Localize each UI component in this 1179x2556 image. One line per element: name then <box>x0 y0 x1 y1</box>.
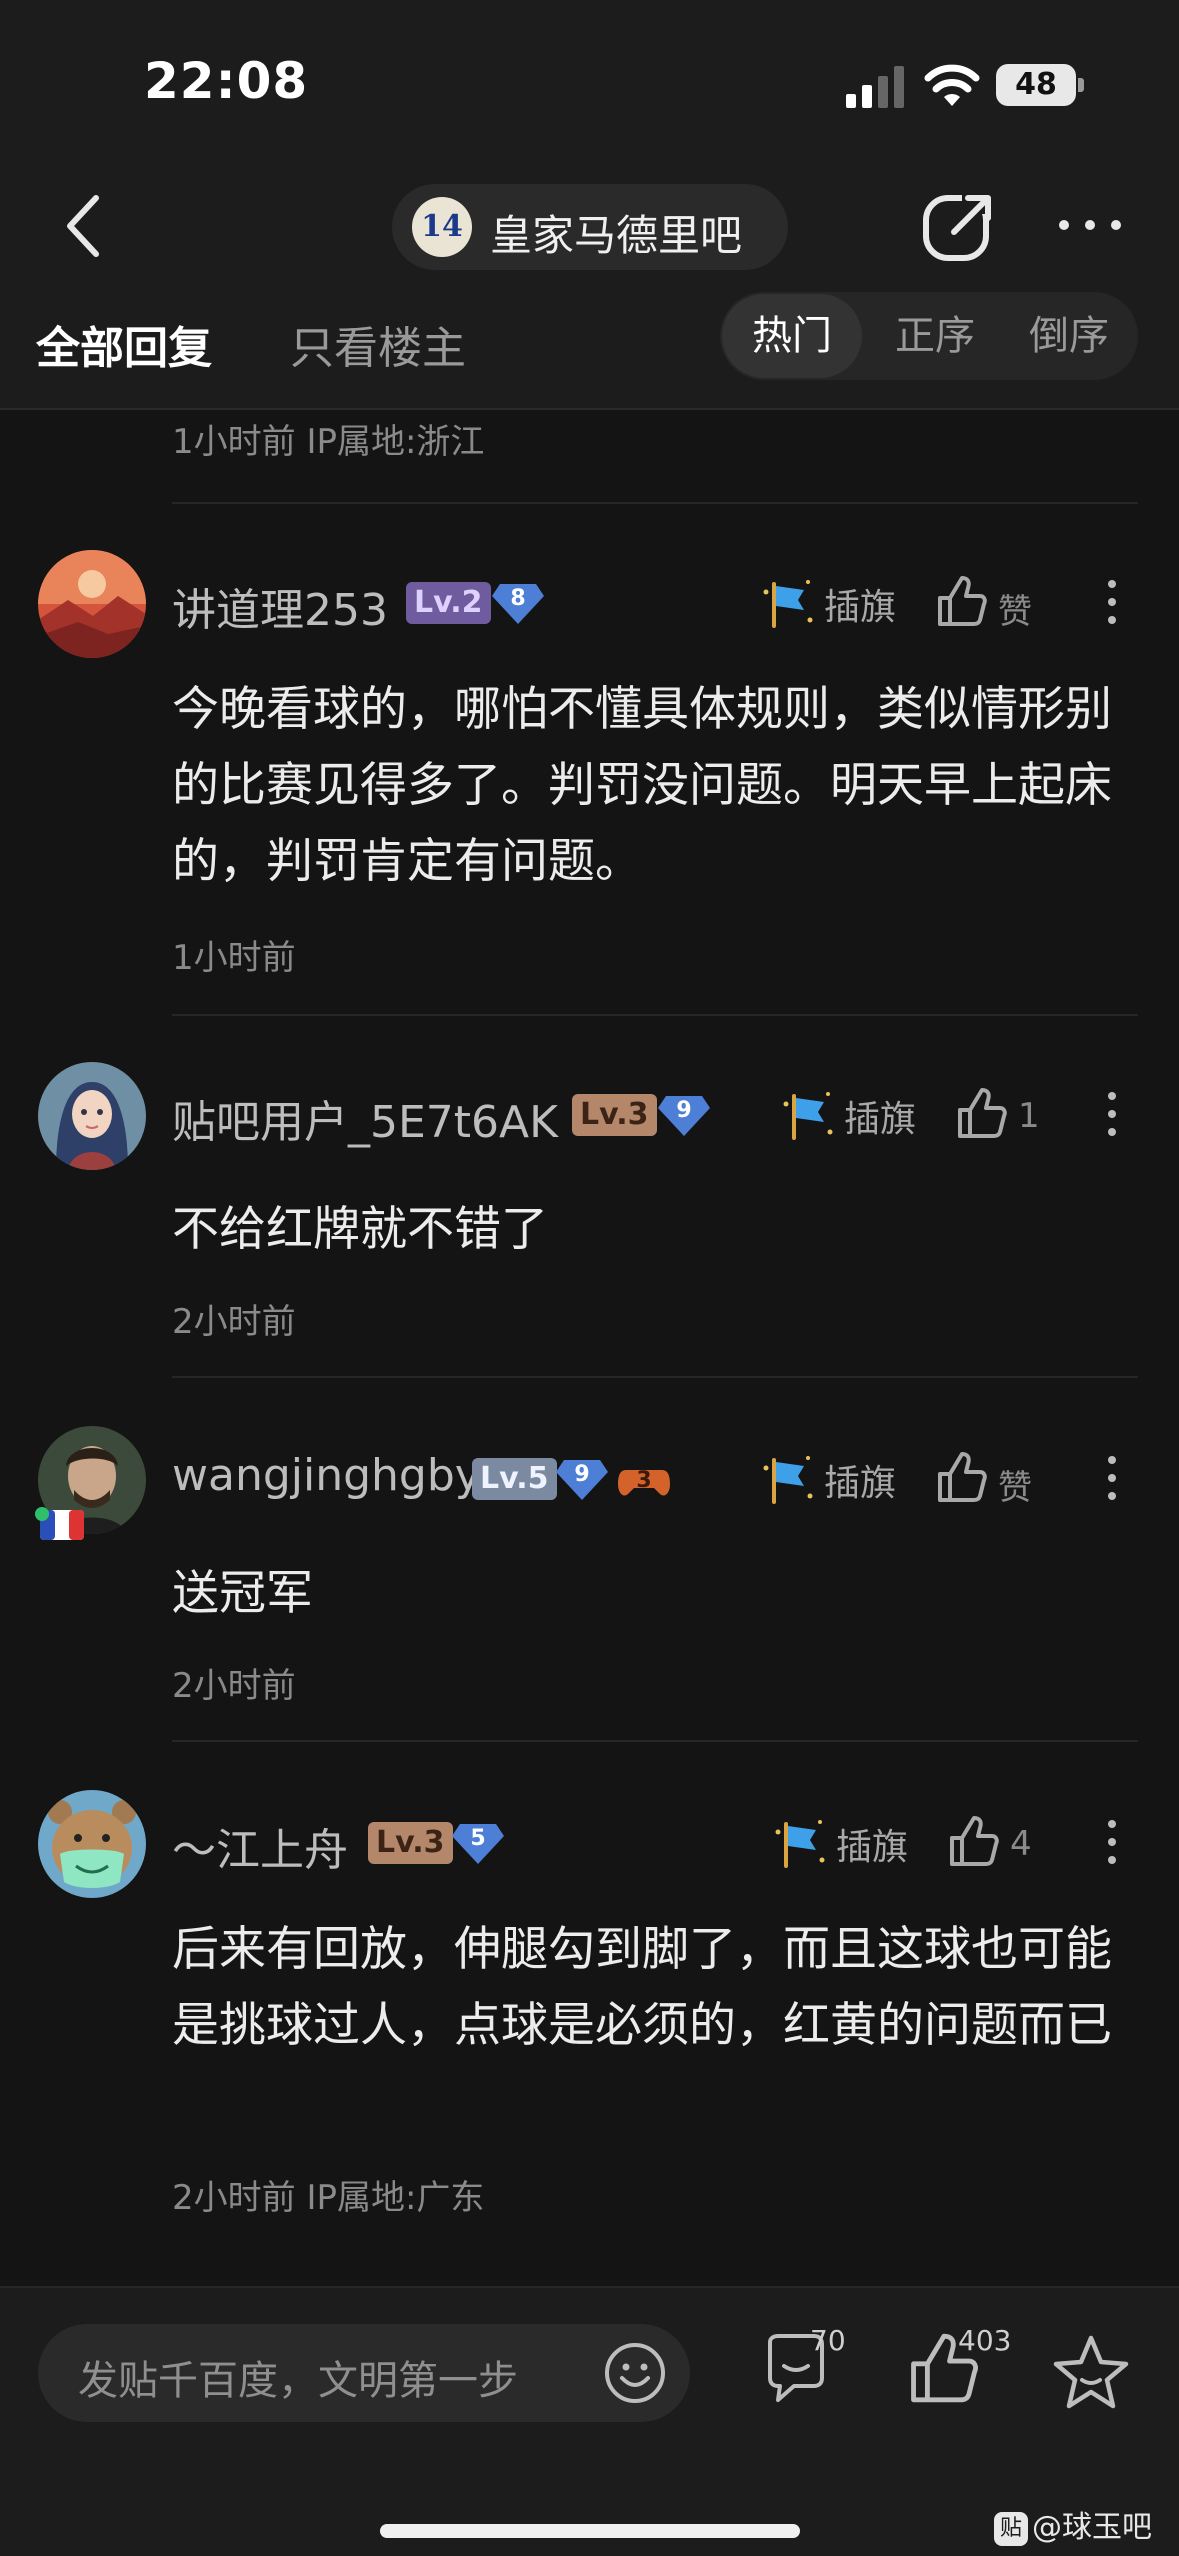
reply-count: 70 <box>810 2324 846 2357</box>
flag-icon <box>783 1092 833 1140</box>
level-badge: Lv.5 <box>472 1458 557 1500</box>
username[interactable]: ～江上舟 <box>172 1814 348 1878</box>
comment-item: 讲道理253 Lv.2 8 插旗 赞 今晚看球的，哪怕不懂具体规则，类似情形别的… <box>0 550 1179 1020</box>
comment-meta: 2小时前 <box>172 1666 296 1706</box>
comment-more-icon[interactable] <box>1098 1086 1126 1146</box>
post-like-button[interactable]: 403 <box>908 2324 1011 2418</box>
thumbs-up-icon <box>938 1452 987 1502</box>
back-button[interactable] <box>56 188 112 264</box>
divider <box>172 1376 1138 1378</box>
comment-more-icon[interactable] <box>1098 574 1126 634</box>
sort-ascending-button[interactable]: 正序 <box>870 294 1000 378</box>
flag-icon <box>763 1456 813 1504</box>
comment-more-icon[interactable] <box>1098 1814 1126 1874</box>
forum-title-pill[interactable]: 14 皇家马德里吧 <box>392 184 788 270</box>
post-like-count: 403 <box>958 2324 1012 2357</box>
home-indicator[interactable] <box>380 2524 800 2538</box>
thumbs-up-icon <box>958 1088 1007 1138</box>
status-time: 22:08 <box>144 52 309 110</box>
forum-logo: 14 <box>412 197 472 257</box>
emoji-icon[interactable] <box>602 2340 668 2406</box>
battery-indicator: 48 <box>996 64 1076 106</box>
thumbs-up-icon <box>950 1816 999 1866</box>
more-options-icon[interactable] <box>1054 200 1126 250</box>
forum-name: 皇家马德里吧 <box>490 211 743 260</box>
flag-icon <box>763 580 813 628</box>
comment-item: ～江上舟 Lv.3 5 插旗 4 后来有回放，伸腿勾到脚了，而且这球也可能是挑球… <box>0 1790 1179 2260</box>
username[interactable]: 贴吧用户_5E7t6AK <box>172 1086 558 1150</box>
gem-badge-icon: 8 <box>490 580 546 626</box>
reply-input-placeholder: 发贴千百度，文明第一步 <box>78 2358 518 2404</box>
avatar[interactable] <box>38 550 146 658</box>
gem-badge-icon: 9 <box>554 1456 610 1502</box>
divider <box>172 502 1138 504</box>
username[interactable]: 讲道理253 <box>172 574 388 638</box>
comment-text: 不给红牌就不错了 <box>172 1202 548 1257</box>
online-status-icon <box>35 1507 49 1521</box>
wifi-icon <box>924 64 980 106</box>
comment-meta: 2小时前 IP属地:广东 <box>172 2178 485 2218</box>
share-icon[interactable] <box>918 186 998 266</box>
flag-icon <box>775 1820 825 1868</box>
comment-meta: 2小时前 <box>172 1302 296 1342</box>
reply-input[interactable]: 发贴千百度，文明第一步 <box>38 2324 690 2422</box>
level-badge: Lv.3 <box>368 1822 453 1864</box>
reply-filter-bar: 全部回复 只看楼主 热门 正序 倒序 <box>0 292 1179 410</box>
bottom-action-bar: 发贴千百度，文明第一步 70 403 贴 @球玉吧 <box>0 2286 1179 2556</box>
comment-more-icon[interactable] <box>1098 1450 1126 1510</box>
sort-toggle-group: 热门 正序 倒序 <box>720 292 1138 380</box>
top-bar: 22:08 48 14 皇家马德里吧 <box>0 0 1179 292</box>
comment-text: 今晚看球的，哪怕不懂具体规则，类似情形别的比赛见得多了。判罚没问题。明天早上起床… <box>172 682 1112 889</box>
avatar[interactable] <box>38 1062 146 1170</box>
level-badge: Lv.3 <box>572 1094 657 1136</box>
comment-item: wangjinghgby Lv.5 9 3 插旗 赞 送冠军 2小时前 <box>0 1426 1179 1726</box>
sort-descending-button[interactable]: 倒序 <box>1004 294 1134 378</box>
watermark: 贴 @球玉吧 <box>994 2502 1152 2546</box>
username[interactable]: wangjinghgby <box>172 1450 481 1501</box>
favorite-star-icon[interactable] <box>1046 2328 1136 2418</box>
gem-badge-icon: 9 <box>656 1092 712 1138</box>
divider <box>172 1740 1138 1742</box>
tab-host-only[interactable]: 只看楼主 <box>290 312 466 376</box>
comment-item: 贴吧用户_5E7t6AK Lv.3 9 插旗 1 不给红牌就不错了 2小时前 <box>0 1062 1179 1362</box>
reply-count-button[interactable]: 70 <box>760 2324 850 2418</box>
avatar[interactable] <box>38 1790 146 1898</box>
tab-all-replies[interactable]: 全部回复 <box>36 312 212 376</box>
previous-comment-meta: 1小时前 IP属地:浙江 <box>172 422 485 462</box>
battery-tip <box>1078 78 1084 92</box>
sort-hot-button[interactable]: 热门 <box>722 294 862 378</box>
comment-text: 送冠军 <box>172 1566 313 1621</box>
level-badge: Lv.2 <box>406 582 491 624</box>
thumbs-up-icon <box>938 576 987 626</box>
comment-meta: 1小时前 <box>172 938 296 978</box>
cellular-signal-icon <box>846 66 904 108</box>
comment-text: 后来有回放，伸腿勾到脚了，而且这球也可能是挑球过人，点球是必须的，红黄的问题而已 <box>172 1922 1112 2053</box>
divider <box>172 1014 1138 1016</box>
gem-badge-icon: 5 <box>450 1820 506 1866</box>
gamepad-badge-icon: 3 <box>616 1456 672 1502</box>
